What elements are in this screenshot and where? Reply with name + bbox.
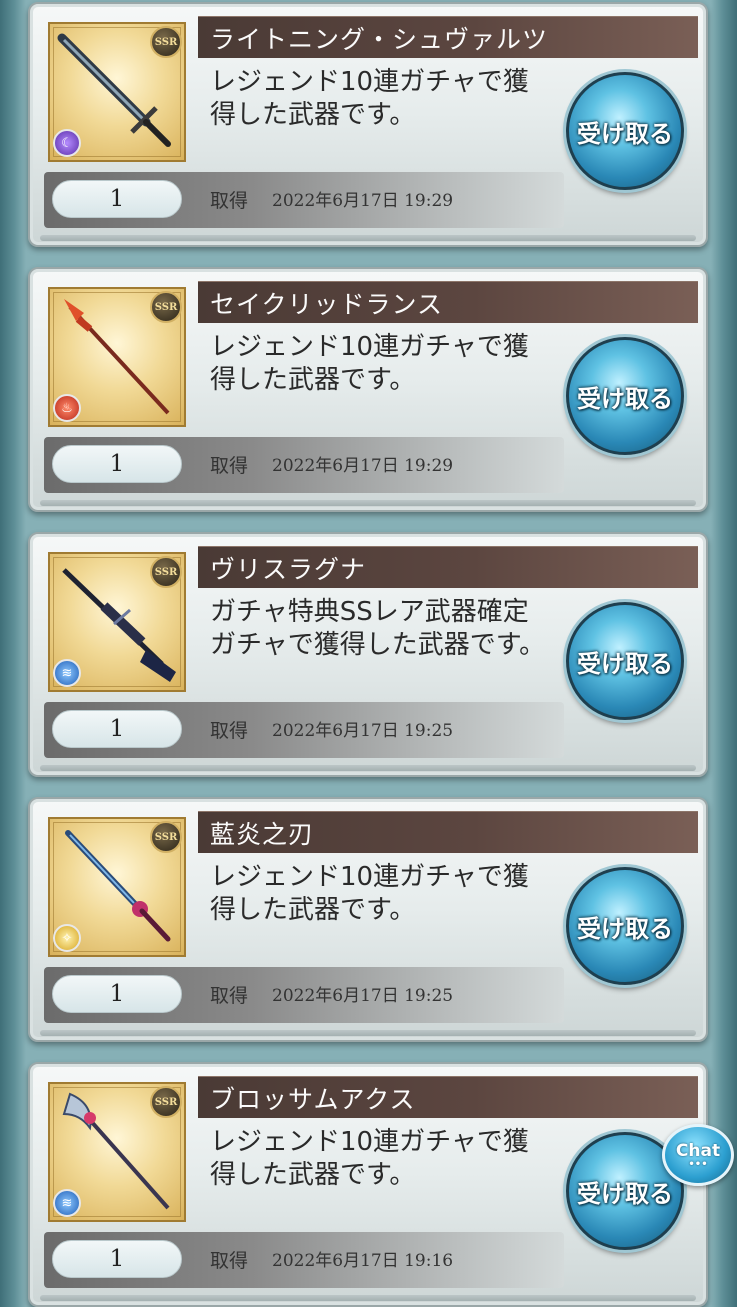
weapon-name: ライトニング・シュヴァルツ <box>198 16 698 58</box>
acquired-label: 取得 <box>210 455 249 477</box>
present-card: SSR ≋ ブロッサムアクスレジェンド10連ガチャで獲得した武器です。 1 取得 2022… <box>28 1062 708 1307</box>
chat-button[interactable]: Chat ••• <box>662 1124 734 1186</box>
weapon-thumbnail: SSR ☾ <box>48 22 186 162</box>
receive-button[interactable]: 受け取る <box>566 867 684 985</box>
weapon-description: レジェンド10連ガチャで獲得した武器です。 <box>210 67 529 130</box>
dark-element-icon: ☾ <box>53 129 81 157</box>
chat-dots: ••• <box>688 1159 708 1170</box>
weapon-description: レジェンド10連ガチャで獲得した武器です。 <box>210 1127 529 1190</box>
rarity-badge: SSR <box>150 291 182 323</box>
chat-label: Chat <box>675 1141 721 1161</box>
rarity-badge: SSR <box>150 556 182 588</box>
weapon-name: ヴリスラグナ <box>198 546 698 588</box>
light-element-icon: ✧ <box>53 924 81 952</box>
present-card: SSR ≋ ヴリスラグナガチャ特典SSレア武器確定ガチャで獲得した武器です。 1 取得 2… <box>28 532 708 777</box>
item-count: 1 <box>52 445 182 483</box>
present-card: SSR ♨ セイクリッドランスレジェンド10連ガチャで獲得した武器です。 1 取得 202… <box>28 267 708 512</box>
acquired-date: 2022年6月17日 19:25 <box>272 721 454 741</box>
water-element-icon: ≋ <box>53 659 81 687</box>
rarity-badge: SSR <box>150 26 182 58</box>
item-count: 1 <box>52 710 182 748</box>
weapon-name: ブロッサムアクス <box>198 1076 698 1118</box>
weapon-thumbnail: SSR ✧ <box>48 817 186 957</box>
acquired-date: 2022年6月17日 19:29 <box>272 191 454 211</box>
weapon-description: レジェンド10連ガチャで獲得した武器です。 <box>210 332 529 395</box>
weapon-name: セイクリッドランス <box>198 281 698 323</box>
fire-element-icon: ♨ <box>53 394 81 422</box>
item-count: 1 <box>52 180 182 218</box>
water-element-icon: ≋ <box>53 1189 81 1217</box>
item-count: 1 <box>52 975 182 1013</box>
receive-button[interactable]: 受け取る <box>566 602 684 720</box>
present-card: SSR ☾ ライトニング・シュヴァルツレジェンド10連ガチャで獲得した武器です。 1 取… <box>28 2 708 247</box>
acquired-date: 2022年6月17日 19:16 <box>272 1251 454 1271</box>
acquired-date: 2022年6月17日 19:29 <box>272 456 454 476</box>
acquired-date: 2022年6月17日 19:25 <box>272 986 454 1006</box>
receive-button[interactable]: 受け取る <box>566 337 684 455</box>
rarity-badge: SSR <box>150 821 182 853</box>
acquired-label: 取得 <box>210 985 249 1007</box>
weapon-description: ガチャ特典SSレア武器確定ガチャで獲得した武器です。 <box>210 597 546 660</box>
weapon-thumbnail: SSR ≋ <box>48 552 186 692</box>
present-list: SSR ☾ ライトニング・シュヴァルツレジェンド10連ガチャで獲得した武器です。 1 取… <box>0 0 737 1307</box>
receive-button[interactable]: 受け取る <box>566 72 684 190</box>
item-count: 1 <box>52 1240 182 1278</box>
acquired-label: 取得 <box>210 1250 249 1272</box>
present-card: SSR ✧ 藍炎之刃レジェンド10連ガチャで獲得した武器です。 1 取得 2022年6月1… <box>28 797 708 1042</box>
weapon-description: レジェンド10連ガチャで獲得した武器です。 <box>210 862 529 925</box>
acquired-label: 取得 <box>210 720 249 742</box>
rarity-badge: SSR <box>150 1086 182 1118</box>
acquired-label: 取得 <box>210 190 249 212</box>
weapon-thumbnail: SSR ♨ <box>48 287 186 427</box>
weapon-thumbnail: SSR ≋ <box>48 1082 186 1222</box>
weapon-name: 藍炎之刃 <box>198 811 698 853</box>
